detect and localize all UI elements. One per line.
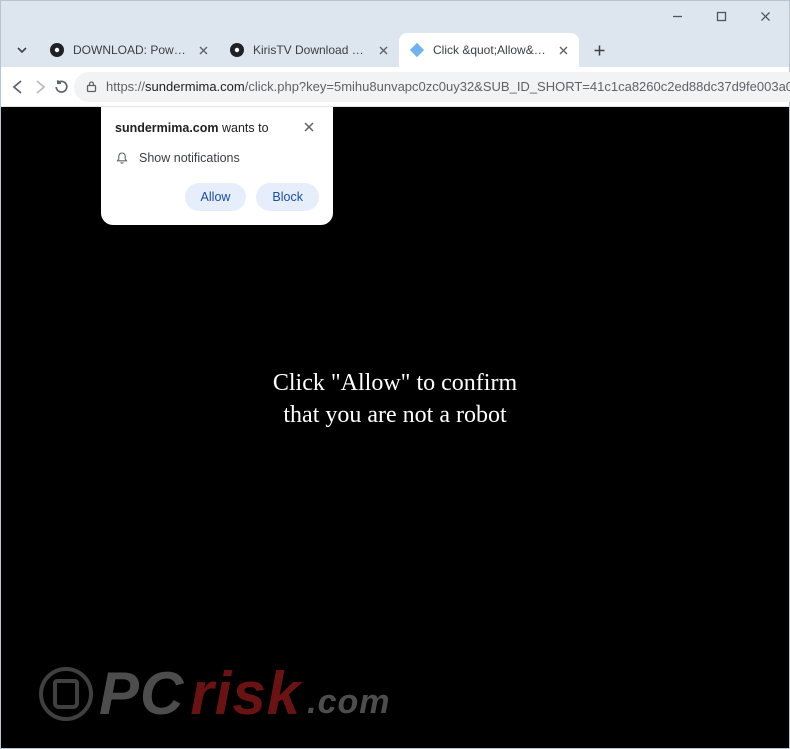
notification-permission-popup: sundermima.com wants to Show notificatio… — [101, 107, 333, 225]
lock-icon — [84, 80, 98, 94]
nav-back-button[interactable] — [9, 71, 27, 103]
watermark-com: .com — [307, 683, 390, 722]
tab-favicon-icon — [49, 42, 65, 58]
page-message: Click "Allow" to confirm that you are no… — [273, 367, 517, 432]
tab-3-active[interactable]: Click &quot;Allow&quot; — [399, 33, 579, 67]
tab-2[interactable]: KirisTV Download Page — Kiris — [219, 33, 399, 67]
notification-permission-label: Show notifications — [139, 151, 240, 165]
url-path: /click.php?key=5mihu8unvapc0zc0uy32&SUB_… — [245, 79, 790, 94]
tab-title: Click &quot;Allow&quot; — [433, 43, 547, 57]
url-scheme: https:// — [106, 79, 145, 94]
notification-block-button[interactable]: Block — [256, 183, 319, 211]
tab-title: DOWNLOAD: Power Book II: G... — [73, 43, 187, 57]
notification-prompt-text: sundermima.com wants to — [115, 121, 269, 135]
notification-allow-button[interactable]: Allow — [185, 183, 247, 211]
tab-favicon-icon — [229, 42, 245, 58]
browser-window: DOWNLOAD: Power Book II: G... KirisTV Do… — [0, 0, 790, 749]
window-minimize-button[interactable] — [655, 2, 699, 30]
tab-close-icon[interactable] — [195, 42, 211, 58]
tab-1[interactable]: DOWNLOAD: Power Book II: G... — [39, 33, 219, 67]
window-maximize-button[interactable] — [699, 2, 743, 30]
tab-search-button[interactable] — [9, 37, 35, 63]
url-host: sundermima.com — [145, 79, 245, 94]
notification-wants-to: wants to — [219, 121, 269, 135]
nav-reload-button[interactable] — [53, 71, 70, 103]
nav-forward-button[interactable] — [31, 71, 49, 103]
tab-strip: DOWNLOAD: Power Book II: G... KirisTV Do… — [1, 31, 789, 67]
watermark: PCrisk.com — [39, 659, 390, 728]
notification-close-button[interactable] — [303, 121, 319, 137]
tab-favicon-icon — [409, 42, 425, 58]
address-bar[interactable]: https://sundermima.com/click.php?key=5mi… — [74, 72, 790, 102]
url-text: https://sundermima.com/click.php?key=5mi… — [106, 79, 790, 94]
new-tab-button[interactable] — [585, 36, 613, 64]
page-content: sundermima.com wants to Show notificatio… — [1, 107, 789, 748]
window-close-button[interactable] — [743, 2, 787, 30]
watermark-risk: risk — [190, 659, 301, 728]
tab-close-icon[interactable] — [555, 42, 571, 58]
notification-site: sundermima.com — [115, 121, 219, 135]
tab-close-icon[interactable] — [375, 42, 391, 58]
watermark-shield-icon — [39, 667, 93, 721]
tab-title: KirisTV Download Page — Kiris — [253, 43, 367, 57]
browser-toolbar: https://sundermima.com/click.php?key=5mi… — [1, 67, 789, 107]
watermark-pc: PC — [99, 659, 184, 728]
bell-icon — [115, 151, 129, 165]
window-titlebar — [1, 1, 789, 31]
